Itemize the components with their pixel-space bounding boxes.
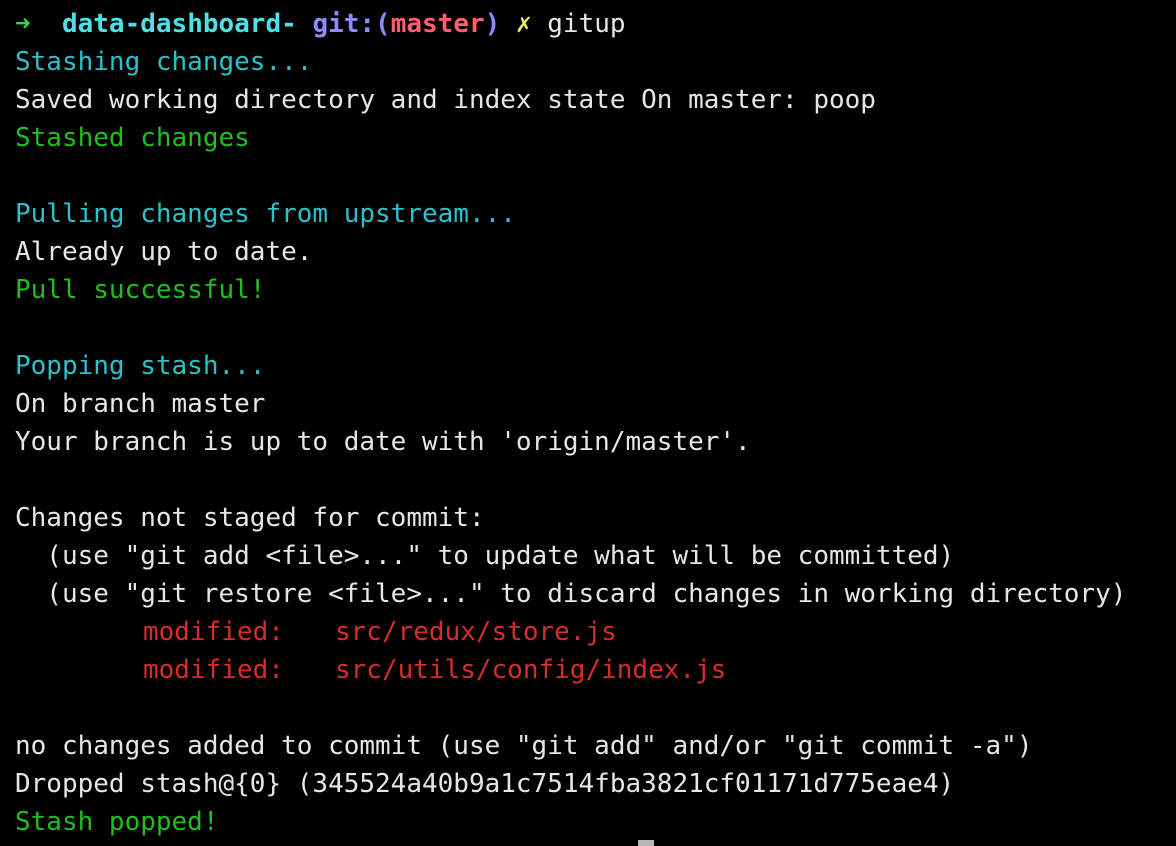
- already-up-to-date-message: Already up to date.: [15, 237, 313, 267]
- terminal-cursor: [638, 840, 654, 846]
- changes-header: Changes not staged for commit:: [15, 503, 485, 533]
- modified-file-path: src/utils/config/index.js: [335, 655, 727, 685]
- branch-status-message: Your branch is up to date with 'origin/m…: [15, 427, 751, 457]
- prompt-git-prefix: git:(: [312, 9, 391, 39]
- pull-successful-message: Pull successful!: [15, 275, 266, 305]
- entered-command: gitup: [547, 9, 626, 39]
- hint-add: (use "git add <file>..." to update what …: [15, 541, 955, 571]
- modified-file-status: modified:: [143, 655, 284, 685]
- prompt-arrow-icon: ➜: [15, 9, 31, 39]
- no-changes-added-message: no changes added to commit (use "git add…: [15, 731, 1033, 761]
- prompt-line: ➜ data-dashboard- git:(master) ✗ gitup: [15, 5, 626, 43]
- prompt-git-suffix: ): [484, 9, 501, 39]
- modified-file-status: modified:: [143, 617, 284, 647]
- dirty-marker-icon: ✗: [515, 9, 532, 39]
- prompt-directory: data-dashboard-: [61, 9, 297, 39]
- prompt-branch: master: [390, 9, 485, 39]
- stashing-message: Stashing changes...: [15, 47, 313, 77]
- dropped-stash-message: Dropped stash@{0} (345524a40b9a1c7514fba…: [15, 769, 955, 799]
- terminal-window[interactable]: · · ·· · ➜ data-dashboard- git:(master) …: [0, 0, 1176, 846]
- hint-restore: (use "git restore <file>..." to discard …: [15, 579, 1127, 609]
- modified-file-path: src/redux/store.js: [335, 617, 617, 647]
- stashed-message: Stashed changes: [15, 123, 250, 153]
- popping-message: Popping stash...: [15, 351, 266, 381]
- pulling-message: Pulling changes from upstream...: [15, 199, 516, 229]
- saved-state-message: Saved working directory and index state …: [15, 85, 876, 115]
- on-branch-message: On branch master: [15, 389, 266, 419]
- stash-popped-message: Stash popped!: [15, 807, 219, 837]
